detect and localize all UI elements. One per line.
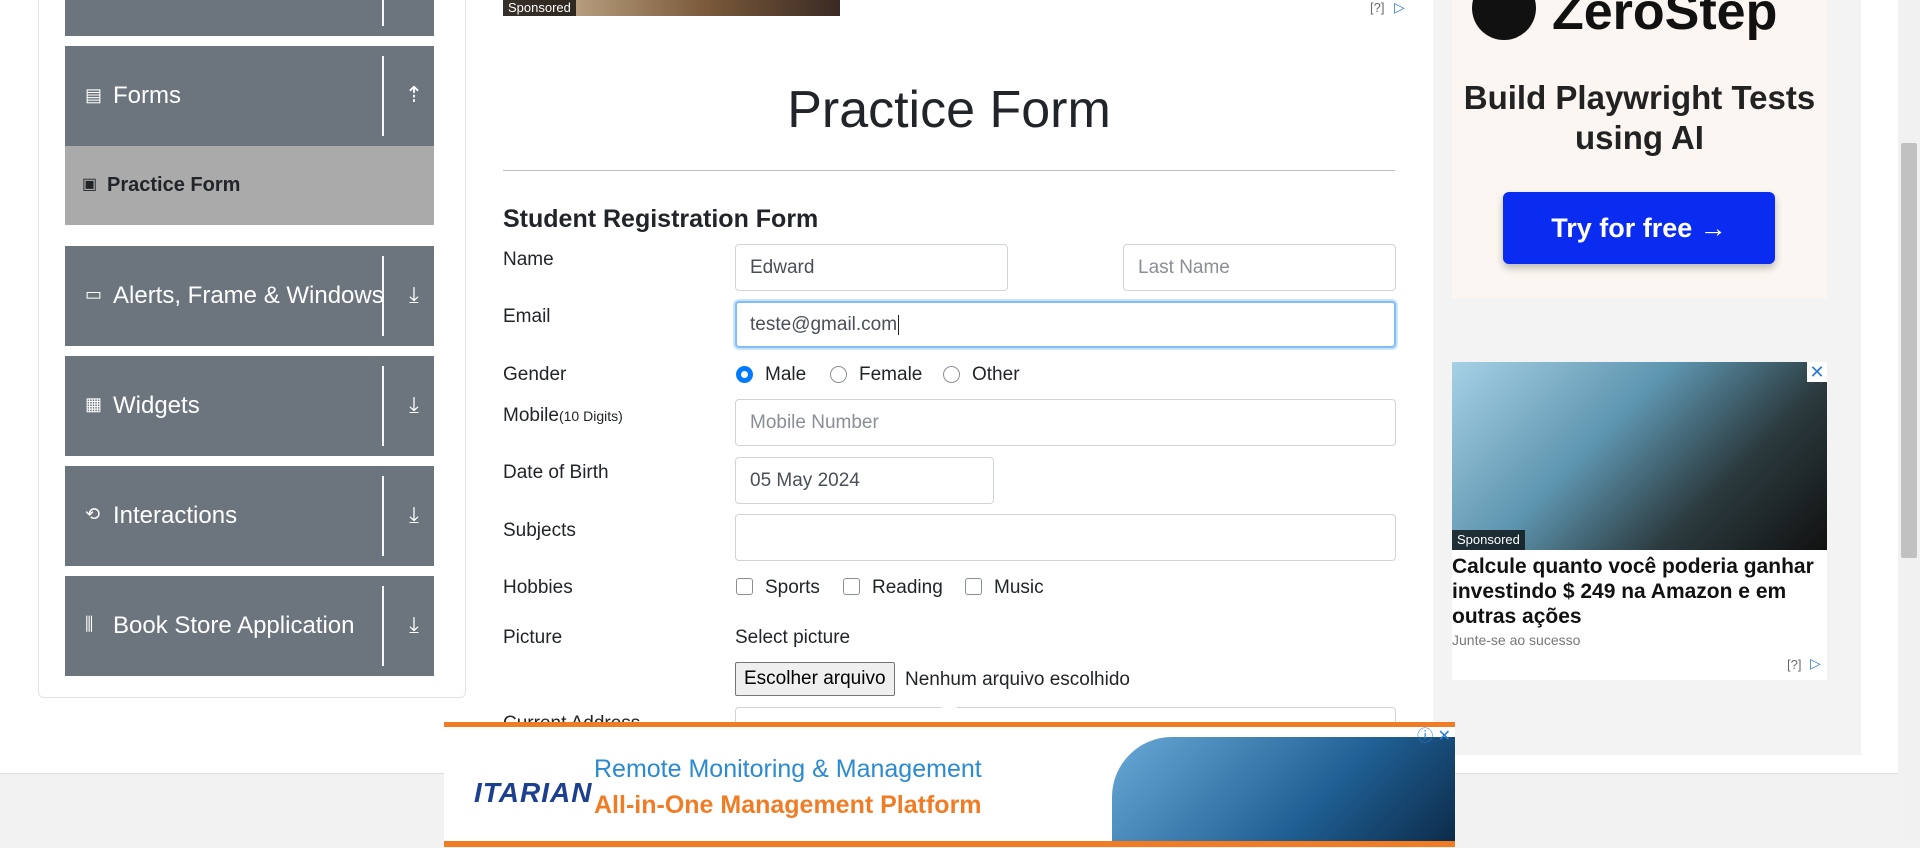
expand-arrow-icon[interactable]: ⤓	[401, 612, 427, 638]
file-status-text: Nenhum arquivo escolhido	[905, 669, 1130, 690]
name-label: Name	[503, 249, 554, 270]
itarian-logo: ITARIAN	[474, 777, 593, 808]
sponsored-label: Sponsored	[503, 0, 576, 16]
ad-line-1: Remote Monitoring & Management	[594, 755, 982, 783]
widgets-icon: ▦	[85, 394, 103, 414]
ad-line-2: All-in-One Management Platform	[594, 791, 982, 819]
ad-info-link[interactable]: [?]	[1370, 0, 1384, 15]
select-picture-label: Select picture	[735, 627, 851, 648]
sidebar-group-label: Interactions	[113, 502, 238, 529]
gender-other-radio[interactable]	[943, 366, 960, 383]
sidebar-separator	[382, 256, 384, 336]
expand-arrow-icon[interactable]: ⤓	[401, 502, 427, 528]
hobby-sports-label[interactable]: Sports	[765, 577, 820, 599]
gender-label: Gender	[503, 364, 567, 385]
gender-male-radio[interactable]	[736, 366, 753, 383]
subjects-label: Subjects	[503, 520, 576, 541]
mobile-label: Mobile(10 Digits)	[503, 405, 623, 427]
gender-female-radio[interactable]	[830, 366, 847, 383]
sidebar-group-label: Widgets	[113, 392, 200, 419]
sidebar-separator	[382, 476, 384, 556]
hobby-sports-checkbox[interactable]	[736, 578, 753, 595]
books-icon: ⫼	[85, 614, 94, 634]
interactions-icon: ⟲	[85, 504, 101, 524]
mobile-label-text: Mobile	[503, 405, 559, 426]
ad-headline: Build Playwright Tests using AI	[1463, 79, 1816, 156]
sidebar-group-label: Forms	[113, 82, 181, 109]
sidebar-group-interactions[interactable]: ⟲ Interactions ⤓	[65, 466, 434, 566]
scrollbar-thumb[interactable]	[1901, 143, 1917, 558]
ad-bottom-bar	[444, 841, 1455, 847]
ad-image[interactable]	[1452, 362, 1827, 550]
sidebar-group-forms[interactable]: ▤ Forms ⇡	[65, 46, 434, 146]
gender-other-label[interactable]: Other	[972, 364, 1020, 386]
html5-icon: ▣	[82, 176, 98, 193]
amazon-ad[interactable]: ✕ Sponsored Calcule quanto você poderia …	[1452, 362, 1827, 680]
gender-female-label[interactable]: Female	[859, 364, 922, 386]
sidebar-group-alerts[interactable]: ▭ Alerts, Frame & Windows ⤓	[65, 246, 434, 346]
sidebar-group-label: Alerts, Frame & Windows	[113, 282, 384, 309]
sidebar-separator	[382, 586, 384, 666]
email-label: Email	[503, 306, 551, 327]
sidebar-item-practice-form[interactable]: ▣ Practice Form	[65, 146, 434, 225]
zerostep-logo-icon	[1472, 0, 1536, 40]
ad-info-link[interactable]: [?]	[1787, 657, 1801, 672]
close-icon[interactable]: ✕	[1807, 362, 1827, 382]
bottom-ad-banner[interactable]: ITARIAN Remote Monitoring & Management A…	[444, 722, 1455, 847]
hobbies-label: Hobbies	[503, 577, 573, 598]
expand-arrow-icon[interactable]: ⤓	[401, 392, 427, 418]
window-icon: ▭	[85, 284, 103, 304]
first-name-input[interactable]: Edward	[735, 244, 1008, 291]
hobby-reading-label[interactable]: Reading	[872, 577, 943, 599]
sponsored-label: Sponsored	[1452, 530, 1525, 550]
page-title: Practice Form	[787, 81, 1111, 139]
collapse-arrow-icon[interactable]: ⇡	[401, 82, 427, 108]
ad-title[interactable]: Calcule quanto você poderia ganhar inves…	[1452, 554, 1827, 629]
sidebar-separator	[382, 56, 384, 136]
ad-pointer	[940, 706, 958, 715]
mobile-number-input[interactable]: Mobile Number	[735, 399, 1396, 446]
ad-subtitle: Junte-se ao sucesso	[1452, 632, 1581, 648]
sidebar-group-widgets[interactable]: ▦ Widgets ⤓	[65, 356, 434, 456]
sidebar-group-label: Book Store Application	[113, 612, 355, 639]
form-icon: ▤	[85, 85, 103, 105]
form-title: Student Registration Form	[503, 205, 819, 233]
zerostep-ad[interactable]: ZeroStep Build Playwright Tests using AI…	[1452, 0, 1827, 298]
adchoices-icon[interactable]: ▷	[1810, 655, 1821, 672]
try-for-free-button[interactable]: Try for free →	[1503, 192, 1775, 264]
adchoices-icon[interactable]: ▷	[1394, 0, 1405, 16]
mobile-label-hint: (10 Digits)	[558, 408, 623, 424]
picture-label: Picture	[503, 627, 563, 648]
date-of-birth-label: Date of Birth	[503, 462, 609, 483]
expand-arrow-icon[interactable]: ⤓	[401, 282, 427, 308]
sidebar-separator	[382, 0, 384, 26]
hobby-music-checkbox[interactable]	[965, 578, 982, 595]
text-caret	[898, 314, 900, 335]
sidebar-group-book-store[interactable]: ⫼ Book Store Application ⤓	[65, 576, 434, 676]
hobby-music-label[interactable]: Music	[994, 577, 1044, 599]
sidebar-separator	[382, 366, 384, 446]
sidebar-group-previous[interactable]	[65, 0, 434, 36]
ad-close-icon[interactable]: ⓘ ✕	[1417, 722, 1451, 746]
last-name-input[interactable]: Last Name	[1123, 244, 1396, 291]
email-input[interactable]: teste@gmail.com	[735, 301, 1396, 348]
hobby-reading-checkbox[interactable]	[843, 578, 860, 595]
subjects-input[interactable]	[735, 514, 1396, 561]
ad-brand: ZeroStep	[1552, 0, 1778, 41]
title-divider	[503, 170, 1395, 171]
email-value: teste@gmail.com	[750, 314, 898, 335]
gender-male-label[interactable]: Male	[765, 364, 806, 386]
sidebar-item-label: Practice Form	[107, 174, 241, 196]
ad-image[interactable]	[1112, 737, 1455, 846]
choose-file-button[interactable]: Escolher arquivo	[735, 662, 895, 696]
date-of-birth-input[interactable]: 05 May 2024	[735, 457, 994, 504]
